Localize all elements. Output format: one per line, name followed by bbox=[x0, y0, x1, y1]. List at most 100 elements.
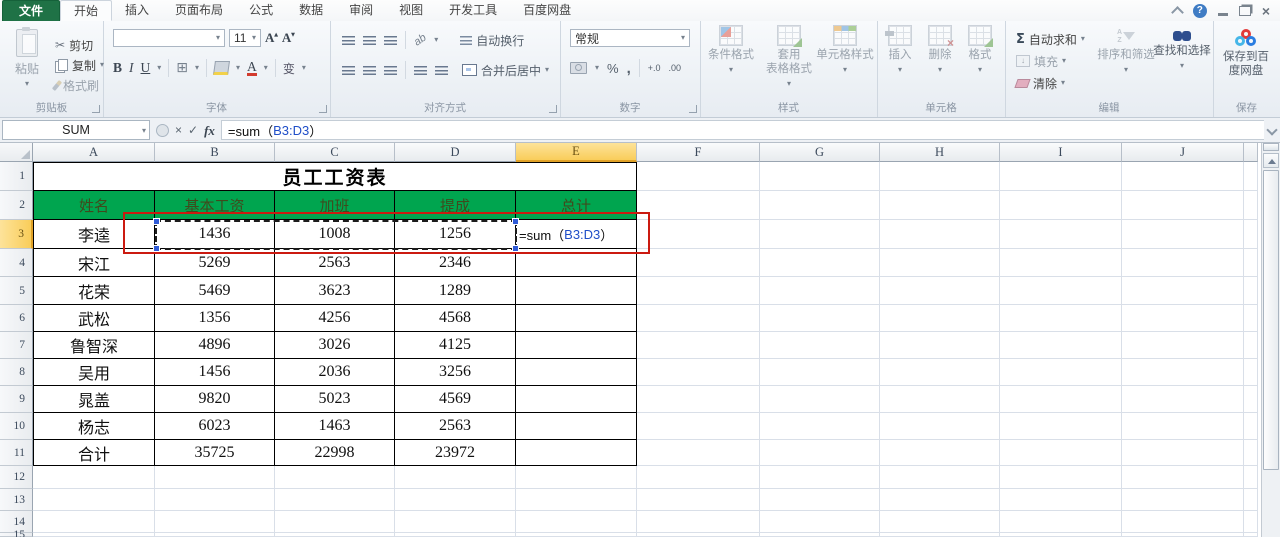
save-to-baidu-button[interactable]: 保存到百 度网盘 bbox=[1218, 29, 1274, 79]
cell-F13[interactable] bbox=[637, 489, 760, 511]
cell-C4[interactable]: 2563 bbox=[275, 249, 395, 277]
ribbon-collapse-icon[interactable] bbox=[1170, 5, 1184, 19]
tab-baidu-netdisk[interactable]: 百度网盘 bbox=[510, 0, 584, 21]
cell-A4[interactable]: 宋江 bbox=[33, 249, 155, 277]
cell-F10[interactable] bbox=[637, 413, 760, 440]
column-header-H[interactable]: H bbox=[880, 143, 1000, 162]
cell-I15[interactable] bbox=[1000, 533, 1122, 537]
grow-font-icon[interactable]: A▴ bbox=[265, 30, 278, 46]
cell-F9[interactable] bbox=[637, 386, 760, 413]
phonetic-guide-icon[interactable]: 变 bbox=[283, 60, 295, 77]
cell-I1[interactable] bbox=[1000, 162, 1122, 191]
increase-indent-icon[interactable] bbox=[435, 65, 448, 75]
cell-stub6[interactable] bbox=[1244, 305, 1258, 332]
cell-I8[interactable] bbox=[1000, 359, 1122, 386]
cell-E7[interactable] bbox=[516, 332, 637, 359]
cell-stub2[interactable] bbox=[1244, 191, 1258, 220]
find-select-button[interactable]: 查找和选择 ▾ bbox=[1153, 29, 1211, 70]
cell-E10[interactable] bbox=[516, 413, 637, 440]
cell-G7[interactable] bbox=[760, 332, 880, 359]
cell-H10[interactable] bbox=[880, 413, 1000, 440]
row-header-5[interactable]: 5 bbox=[0, 277, 33, 305]
italic-icon[interactable]: I bbox=[129, 60, 134, 76]
cancel-entry-button[interactable]: × bbox=[175, 124, 182, 136]
font-color-icon[interactable]: A bbox=[247, 59, 257, 76]
close-icon[interactable]: × bbox=[1262, 4, 1270, 18]
sort-filter-button[interactable]: 排序和筛选▾ bbox=[1097, 29, 1155, 74]
cell-I11[interactable] bbox=[1000, 440, 1122, 466]
help-icon[interactable]: ? bbox=[1192, 3, 1207, 18]
cell-D12[interactable] bbox=[395, 466, 516, 489]
row-header-2[interactable]: 2 bbox=[0, 191, 33, 220]
cell-D6[interactable]: 4568 bbox=[395, 305, 516, 332]
cell-F14[interactable] bbox=[637, 511, 760, 533]
cell-J1[interactable] bbox=[1122, 162, 1244, 191]
cell-A8[interactable]: 吴用 bbox=[33, 359, 155, 386]
cell-H9[interactable] bbox=[880, 386, 1000, 413]
cell-F12[interactable] bbox=[637, 466, 760, 489]
cell-C6[interactable]: 4256 bbox=[275, 305, 395, 332]
cell-I14[interactable] bbox=[1000, 511, 1122, 533]
cell-J8[interactable] bbox=[1122, 359, 1244, 386]
cell-C7[interactable]: 3026 bbox=[275, 332, 395, 359]
cell-A7[interactable]: 鲁智深 bbox=[33, 332, 155, 359]
cell-H12[interactable] bbox=[880, 466, 1000, 489]
cell-C5[interactable]: 3623 bbox=[275, 277, 395, 305]
fill-color-icon[interactable] bbox=[213, 61, 231, 75]
column-header-D[interactable]: D bbox=[395, 143, 516, 162]
cell-J3[interactable] bbox=[1122, 220, 1244, 249]
cell-G13[interactable] bbox=[760, 489, 880, 511]
cell-A2[interactable]: 姓名 bbox=[33, 191, 155, 220]
cell-D8[interactable]: 3256 bbox=[395, 359, 516, 386]
cell-stub1[interactable] bbox=[1244, 162, 1258, 191]
borders-icon[interactable]: ⊞ bbox=[176, 60, 188, 76]
cut-button[interactable]: ✂ 剪切 bbox=[52, 35, 107, 55]
cell-H15[interactable] bbox=[880, 533, 1000, 537]
align-center-icon[interactable] bbox=[363, 65, 376, 75]
cell-J11[interactable] bbox=[1122, 440, 1244, 466]
format-cells-button[interactable]: 格式 ▾ bbox=[963, 25, 997, 74]
cell-D3[interactable]: 1256 bbox=[395, 220, 516, 249]
cell-G11[interactable] bbox=[760, 440, 880, 466]
clipboard-dialog-launcher[interactable] bbox=[92, 105, 100, 113]
autosum-button[interactable]: Σ 自动求和 ▾ bbox=[1013, 29, 1088, 49]
cell-B10[interactable]: 6023 bbox=[155, 413, 275, 440]
cell-A10[interactable]: 杨志 bbox=[33, 413, 155, 440]
cell-stub10[interactable] bbox=[1244, 413, 1258, 440]
delete-cells-button[interactable]: 删除▾ bbox=[923, 25, 957, 74]
cell-C12[interactable] bbox=[275, 466, 395, 489]
tab-developer[interactable]: 开发工具 bbox=[436, 0, 510, 21]
cell-G1[interactable] bbox=[760, 162, 880, 191]
column-header-A[interactable]: A bbox=[33, 143, 155, 162]
cell-E6[interactable] bbox=[516, 305, 637, 332]
cell-C13[interactable] bbox=[275, 489, 395, 511]
cell-I12[interactable] bbox=[1000, 466, 1122, 489]
cell-E13[interactable] bbox=[516, 489, 637, 511]
cell-F1[interactable] bbox=[637, 162, 760, 191]
cell-stub12[interactable] bbox=[1244, 466, 1258, 489]
cell-B4[interactable]: 5269 bbox=[155, 249, 275, 277]
cell-B8[interactable]: 1456 bbox=[155, 359, 275, 386]
cell-B6[interactable]: 1356 bbox=[155, 305, 275, 332]
row-header-10[interactable]: 10 bbox=[0, 413, 33, 440]
cell-C10[interactable]: 1463 bbox=[275, 413, 395, 440]
cell-H7[interactable] bbox=[880, 332, 1000, 359]
name-box[interactable]: SUM ▾ bbox=[2, 120, 150, 140]
cell-H14[interactable] bbox=[880, 511, 1000, 533]
cell-G14[interactable] bbox=[760, 511, 880, 533]
column-header-B[interactable]: B bbox=[155, 143, 275, 162]
vertical-scrollbar[interactable] bbox=[1261, 143, 1280, 537]
row-header-13[interactable]: 13 bbox=[0, 489, 33, 511]
cell-G15[interactable] bbox=[760, 533, 880, 537]
column-header-E[interactable]: E bbox=[516, 143, 637, 162]
decrease-decimal-icon[interactable]: .00 bbox=[669, 63, 682, 73]
cell-G6[interactable] bbox=[760, 305, 880, 332]
alignment-dialog-launcher[interactable] bbox=[549, 105, 557, 113]
cell-D7[interactable]: 4125 bbox=[395, 332, 516, 359]
cell-F3[interactable] bbox=[637, 220, 760, 249]
cell-G3[interactable] bbox=[760, 220, 880, 249]
select-all-corner[interactable] bbox=[0, 143, 33, 162]
comma-format-icon[interactable]: , bbox=[627, 60, 631, 77]
cell-E15[interactable] bbox=[516, 533, 637, 537]
font-dialog-launcher[interactable] bbox=[319, 105, 327, 113]
